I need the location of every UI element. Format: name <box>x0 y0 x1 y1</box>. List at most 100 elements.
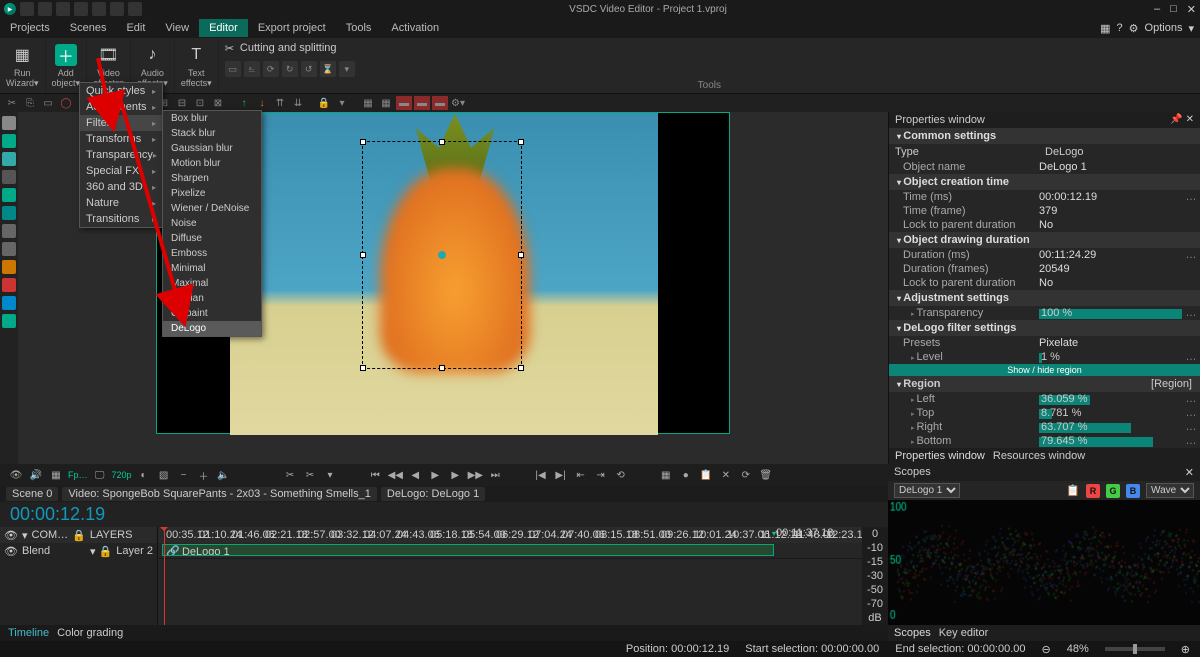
resize-handle[interactable] <box>360 365 366 371</box>
maximize-button[interactable]: □ <box>1170 3 1177 16</box>
tool-icon[interactable]: ⟳ <box>263 61 279 77</box>
menu-export[interactable]: Export project <box>248 19 336 37</box>
align-icon[interactable]: ⊟ <box>174 96 190 110</box>
prop-value[interactable]: 79.645 % <box>1039 435 1182 447</box>
qa-icon[interactable] <box>128 2 142 16</box>
ellipsis-button[interactable]: … <box>1182 191 1200 203</box>
filter-item[interactable]: Wiener / DeNoise <box>163 201 261 216</box>
skip-start-icon[interactable]: ⏮ <box>367 467 383 483</box>
tool-icon[interactable]: ⟳ <box>738 467 754 483</box>
step-back-icon[interactable]: ◀ <box>407 467 423 483</box>
options-label[interactable]: Options <box>1145 22 1183 34</box>
filter-item[interactable]: Median <box>163 291 261 306</box>
prop-value[interactable]: 8.781 % <box>1039 407 1182 419</box>
scope-icon[interactable]: 📋 <box>1066 484 1080 497</box>
qa-icon[interactable] <box>20 2 34 16</box>
run-wizard-button[interactable]: ▦Run Wizard▾ <box>0 38 46 93</box>
tool-icon[interactable]: ▭ <box>225 61 241 77</box>
tool-icon[interactable]: ⌛ <box>320 61 336 77</box>
filter-item[interactable]: Stack blur <box>163 126 261 141</box>
r-channel-chip[interactable]: R <box>1086 484 1100 498</box>
tool-icon[interactable]: ▬ <box>414 96 430 110</box>
submenu-item[interactable]: Quick styles <box>80 83 162 99</box>
next-icon[interactable]: ▶▶ <box>467 467 483 483</box>
playhead[interactable] <box>164 527 165 625</box>
zoom-icon[interactable]: − <box>176 467 192 483</box>
arrow-icon[interactable]: ⇈ <box>272 96 288 110</box>
filter-item[interactable]: Noise <box>163 216 261 231</box>
submenu-item[interactable]: Special FX <box>80 163 162 179</box>
filter-item[interactable]: Oil paint <box>163 306 261 321</box>
timeline-track[interactable]: 🔗 DeLogo 1 <box>158 543 862 559</box>
track-header[interactable]: 👁 Blend ▾ 🔒 Layer 2 <box>0 543 157 559</box>
speaker-icon[interactable]: 🔈 <box>216 467 232 483</box>
fps-label[interactable]: Fp… <box>68 470 88 480</box>
center-handle[interactable] <box>438 251 446 259</box>
shape-icon[interactable] <box>2 206 16 220</box>
shape-icon[interactable] <box>2 278 16 292</box>
minimize-button[interactable]: – <box>1154 3 1160 16</box>
arrow-down-icon[interactable]: ↓ <box>254 96 270 110</box>
filter-item[interactable]: Emboss <box>163 246 261 261</box>
lock-icon[interactable]: 🔒 <box>316 96 332 110</box>
section-drawing[interactable]: Object drawing duration <box>889 232 1200 248</box>
ellipsis-button[interactable]: … <box>1182 351 1200 363</box>
close-icon[interactable]: ✕ <box>1185 466 1194 479</box>
submenu-item[interactable]: Transitions <box>80 211 162 227</box>
cut-icon[interactable]: ✂ <box>282 467 298 483</box>
qa-icon[interactable] <box>74 2 88 16</box>
section-common[interactable]: Common settings <box>889 128 1200 144</box>
tool-icon[interactable]: ▦ <box>48 467 64 483</box>
resize-handle[interactable] <box>518 139 524 145</box>
submenu-item[interactable]: Transforms <box>80 131 162 147</box>
resize-handle[interactable] <box>518 365 524 371</box>
shape-icon[interactable] <box>2 260 16 274</box>
tool-icon[interactable]: ▬ <box>432 96 448 110</box>
rect-icon[interactable] <box>2 134 16 148</box>
b-channel-chip[interactable]: B <box>1126 484 1140 498</box>
scope-target-select[interactable]: DeLogo 1 <box>894 483 960 498</box>
prop-value[interactable]: 379 <box>1039 205 1200 217</box>
submenu-item[interactable]: 360 and 3D <box>80 179 162 195</box>
filter-item[interactable]: Sharpen <box>163 171 261 186</box>
step-fwd-icon[interactable]: ▶ <box>447 467 463 483</box>
qa-icon[interactable] <box>92 2 106 16</box>
resize-handle[interactable] <box>439 365 445 371</box>
timeline-clip[interactable]: 🔗 DeLogo 1 <box>162 544 774 556</box>
section-filter[interactable]: DeLogo filter settings <box>889 320 1200 336</box>
skip-end-icon[interactable]: ⏭ <box>487 467 503 483</box>
copy-icon[interactable]: ⎘ <box>22 96 38 110</box>
align-icon[interactable]: ⊠ <box>210 96 226 110</box>
submenu-item[interactable]: Adjustments <box>80 99 162 115</box>
tool-icon[interactable]: ▾ <box>334 96 350 110</box>
resolution-label[interactable]: 720p <box>112 470 132 480</box>
timeline-tracks[interactable]: 00:35.1201:10.2401:46.0602:21.1802:57.00… <box>158 527 862 625</box>
arrow-icon[interactable]: ⇊ <box>290 96 306 110</box>
tool-icon[interactable]: ▦ <box>360 96 376 110</box>
tab-scopes[interactable]: Scopes <box>894 627 931 639</box>
breadcrumb-item[interactable]: Video: SpongeBob SquarePants - 2x03 - So… <box>62 487 377 501</box>
lock-icon[interactable]: 🔒 <box>72 529 86 542</box>
section-adjust[interactable]: Adjustment settings <box>889 290 1200 306</box>
ellipse-icon[interactable] <box>2 188 16 202</box>
zoom-in-icon[interactable]: ⊕ <box>1181 643 1190 656</box>
filter-item[interactable]: Box blur <box>163 111 261 126</box>
breadcrumb-item[interactable]: Scene 0 <box>6 487 58 501</box>
display-icon[interactable]: 🖵 <box>92 467 108 483</box>
prop-value[interactable]: 00:00:12.19 <box>1039 191 1182 203</box>
panel-pin-icon[interactable]: 📌 ✕ <box>1170 114 1194 126</box>
ellipsis-button[interactable]: … <box>1182 421 1200 433</box>
menu-tools[interactable]: Tools <box>336 19 382 37</box>
align-icon[interactable]: ⊡ <box>192 96 208 110</box>
chart-icon[interactable] <box>2 242 16 256</box>
qa-icon[interactable] <box>110 2 124 16</box>
shape-icon[interactable] <box>2 152 16 166</box>
play-icon[interactable]: ▶ <box>427 467 443 483</box>
tab-timeline[interactable]: Timeline <box>8 627 49 639</box>
menu-edit[interactable]: Edit <box>116 19 155 37</box>
cut-icon[interactable]: ✂ <box>4 96 20 110</box>
scope-mode-select[interactable]: Wave <box>1146 483 1194 498</box>
tool-icon[interactable]: ⇥ <box>593 467 609 483</box>
resize-handle[interactable] <box>360 252 366 258</box>
tool-icon[interactable]: ◯ <box>58 96 74 110</box>
